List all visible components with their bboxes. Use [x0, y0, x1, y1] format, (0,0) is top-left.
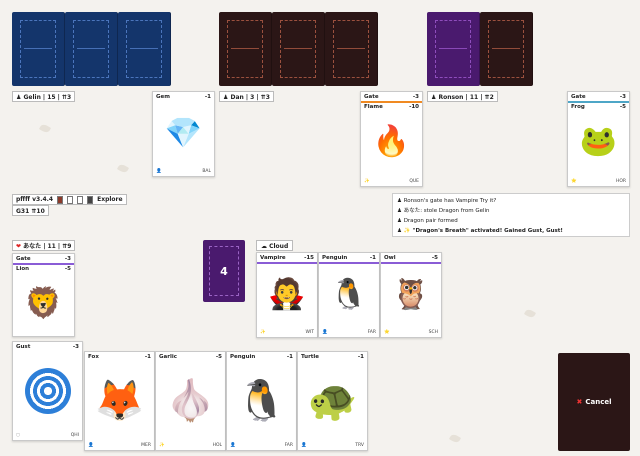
- frog-icon: 🐸: [579, 124, 618, 159]
- log-line: ♟ あなた: stole Dragon from Gelin: [397, 208, 490, 214]
- star-icon: ⭐: [384, 330, 390, 335]
- gem-icon: 💎: [164, 116, 203, 151]
- hand-card-turtle[interactable]: Turtle -1 🐢 👤 TRV: [297, 351, 368, 451]
- opponent-deck-gelin: [12, 12, 171, 86]
- field-card-penguin[interactable]: Penguin -1 🐧 👤 FAR: [318, 252, 380, 338]
- hand-card-penguin[interactable]: Penguin -1 🐧 👤 FAR: [226, 351, 297, 451]
- hand-card-garlic[interactable]: Garlic -5 🧄 ✨ HOL: [155, 351, 226, 451]
- opponent-card-gem[interactable]: Gem -1 💎 👤 BAL: [152, 91, 215, 177]
- leaf-decoration: [116, 162, 130, 175]
- sparkle-icon: ✨: [364, 179, 370, 184]
- fox-icon: 🦊: [94, 378, 145, 424]
- garlic-icon: 🧄: [165, 378, 216, 424]
- cancel-button[interactable]: ✖ Cancel: [558, 353, 630, 451]
- star-icon: ⭐: [571, 179, 577, 184]
- person-icon: 👤: [156, 169, 162, 174]
- vampire-icon: 🧛: [268, 277, 306, 312]
- turtle-icon: 🐢: [307, 378, 358, 424]
- person-icon: 👤: [88, 443, 94, 448]
- explore-button[interactable]: Explore: [97, 194, 122, 205]
- opponent-card-flame[interactable]: Gate -3 Flame -10 🔥 ✨ QUE: [360, 91, 423, 187]
- opponent-deck-ronson: [427, 12, 533, 86]
- center-deck[interactable]: 4: [203, 240, 245, 302]
- gust-icon: [13, 356, 82, 426]
- person-icon: 👤: [230, 443, 236, 448]
- log-line: ♟ Dragon pair formed: [397, 218, 458, 224]
- event-log: ♟ Ronson's gate has Vampire Try it? ♟ あな…: [392, 193, 630, 237]
- version-bar: pffff v3.4.4 Explore: [12, 194, 127, 205]
- sparkle-icon: ✨: [159, 443, 165, 448]
- opponent-tag-ronson: ♟ Ronson | 11 | ⇈2: [427, 91, 498, 102]
- log-line: ♟ ✨ "Dragon's Breath" activated! Gained …: [397, 228, 563, 234]
- hand-card-fox[interactable]: Fox -1 🦊 👤 MER: [84, 351, 155, 451]
- sparkle-icon: ✨: [260, 330, 266, 335]
- opponent-card-frog[interactable]: Gate -3 Frog -5 🐸 ⭐ HOR: [567, 91, 630, 187]
- heart-icon: ❤: [16, 243, 22, 250]
- wind-icon: ◌: [16, 433, 20, 438]
- field-card-vampire[interactable]: Vampire -15 🧛 ✨ WIT: [256, 252, 318, 338]
- leaf-decoration: [38, 122, 52, 135]
- leaf-decoration: [523, 307, 537, 320]
- penguin-icon: 🐧: [330, 277, 368, 312]
- penguin-icon: 🐧: [236, 378, 287, 424]
- person-icon: 👤: [301, 443, 307, 448]
- field-card-owl[interactable]: Owl -5 🦉 ⭐ SCH: [380, 252, 442, 338]
- weather-badge: ☁ Cloud: [256, 240, 294, 251]
- person-icon: 👤: [322, 330, 328, 335]
- cloud-icon: ☁: [261, 243, 267, 250]
- opponent-tag-gelin: ♟ Gelin | 15 | ⇈3: [12, 91, 76, 102]
- round-indicator: G31 ⇈10: [12, 205, 49, 216]
- flame-icon: 🔥: [372, 124, 411, 159]
- close-icon: ✖: [576, 398, 583, 406]
- camera-icon[interactable]: [87, 195, 94, 204]
- log-line: ♟ Ronson's gate has Vampire Try it?: [397, 198, 497, 204]
- lion-icon: 🦁: [24, 286, 63, 321]
- opponent-tag-dan: ♟ Dan | 3 | ⇈3: [219, 91, 274, 102]
- grid-icon[interactable]: [77, 195, 84, 204]
- owl-icon: 🦉: [392, 277, 430, 312]
- self-tag: ❤ あなた | 11 | ⇈9: [12, 240, 76, 251]
- opponent-deck-dan: [219, 12, 378, 86]
- leaf-decoration: [448, 432, 462, 445]
- self-gate-card-lion[interactable]: Gate -3 Lion -5 🦁: [12, 253, 75, 337]
- list-icon[interactable]: [67, 195, 74, 204]
- hand-card-gust[interactable]: Gust -3 ◌ QHI: [12, 341, 83, 441]
- deck-icon[interactable]: [57, 195, 64, 204]
